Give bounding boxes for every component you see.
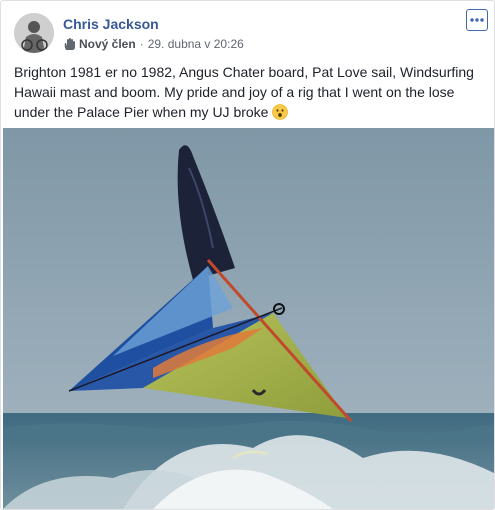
avatar-photo <box>14 13 54 53</box>
post-card: Chris Jackson Nový člen · 29. dubna v 20… <box>0 0 495 510</box>
author-name-link[interactable]: Chris Jackson <box>63 16 159 32</box>
post-meta: Nový člen · 29. dubna v 20:26 <box>63 37 244 51</box>
author-avatar[interactable] <box>14 13 54 53</box>
meta-separator: · <box>139 37 144 51</box>
more-options-button[interactable] <box>466 9 488 31</box>
new-member-badge[interactable]: Nový člen <box>79 37 136 51</box>
more-options-icon <box>470 18 484 22</box>
windsurfing-photo <box>3 128 494 509</box>
surprised-face-emoji-icon <box>272 104 289 125</box>
post-text: Brighton 1981 er no 1982, Angus Chater b… <box>14 62 484 125</box>
post-timestamp[interactable]: 29. dubna v 20:26 <box>148 37 244 51</box>
new-member-hand-icon <box>63 37 76 51</box>
post-photo[interactable] <box>3 128 494 509</box>
post-text-content: Brighton 1981 er no 1982, Angus Chater b… <box>14 64 474 120</box>
